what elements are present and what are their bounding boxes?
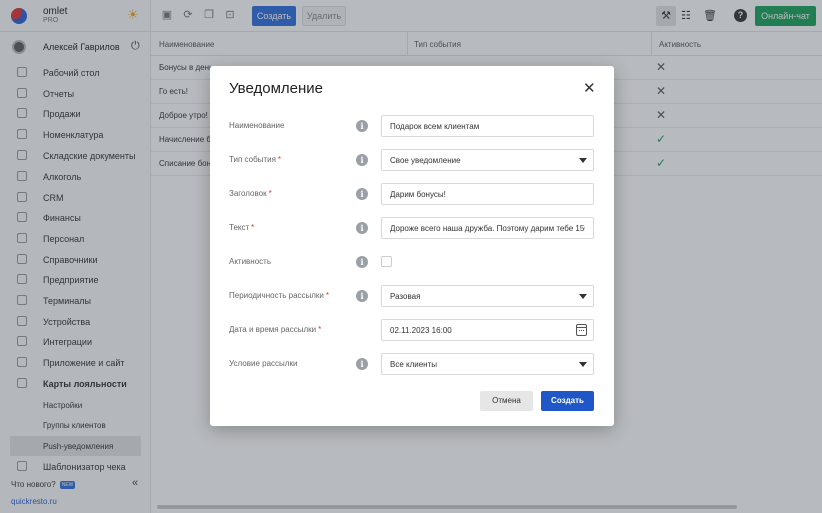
info-icon[interactable]: i (356, 120, 368, 132)
caret-down-icon (579, 158, 587, 163)
heading-input[interactable] (381, 183, 594, 205)
heading-label: Заголовок * (229, 189, 272, 198)
periodicity-value: Разовая (390, 292, 421, 301)
datetime-label-text: Дата и время рассылки (229, 325, 317, 334)
notification-modal: Уведомление ✕ Наименование i Тип события… (210, 66, 614, 426)
name-label-text: Наименование (229, 121, 285, 130)
required-mark: * (277, 155, 282, 164)
text-label: Текст * (229, 223, 254, 232)
form-row-heading: Заголовок * i (210, 183, 614, 205)
caret-down-icon (579, 362, 587, 367)
info-icon[interactable]: i (356, 222, 368, 234)
form-row-datetime: Дата и время рассылки * 02.11.2023 16:00 (210, 319, 614, 341)
text-input[interactable] (381, 217, 594, 239)
name-input[interactable] (381, 115, 594, 137)
form-row-condition: Условие рассылки i Все клиенты (210, 353, 614, 375)
condition-label: Условие рассылки (229, 359, 297, 368)
periodicity-label: Периодичность рассылки * (229, 291, 329, 300)
required-mark: * (325, 291, 330, 300)
cancel-button[interactable]: Отмена (480, 391, 533, 411)
info-icon[interactable]: i (356, 256, 368, 268)
modal-create-button[interactable]: Создать (541, 391, 594, 411)
close-icon[interactable]: ✕ (583, 81, 596, 97)
periodicity-label-text: Периодичность рассылки (229, 291, 324, 300)
info-icon[interactable]: i (356, 358, 368, 370)
calendar-icon[interactable] (576, 324, 587, 336)
form-row-event-type: Тип события * i Свое уведомление (210, 149, 614, 171)
active-label-text: Активность (229, 257, 272, 266)
event-type-value: Свое уведомление (390, 156, 461, 165)
heading-label-text: Заголовок (229, 189, 267, 198)
required-mark: * (268, 189, 272, 198)
form-row-text: Текст * i (210, 217, 614, 239)
caret-down-icon (579, 294, 587, 299)
info-icon[interactable]: i (356, 290, 368, 302)
required-mark: * (318, 325, 322, 334)
text-label-text: Текст (229, 223, 250, 232)
form-row-periodicity: Периодичность рассылки * i Разовая (210, 285, 614, 307)
modal-title: Уведомление (229, 80, 324, 97)
form-row-name: Наименование i (210, 115, 614, 137)
active-label: Активность (229, 257, 271, 266)
condition-value: Все клиенты (390, 360, 438, 369)
info-icon[interactable]: i (356, 154, 368, 166)
info-icon[interactable]: i (356, 188, 368, 200)
condition-select[interactable]: Все клиенты (381, 353, 594, 375)
datetime-value: 02.11.2023 16:00 (390, 326, 452, 335)
active-checkbox[interactable] (381, 256, 392, 267)
form-row-active: Активность i (210, 251, 614, 273)
event-type-select[interactable]: Свое уведомление (381, 149, 594, 171)
periodicity-select[interactable]: Разовая (381, 285, 594, 307)
datetime-picker[interactable]: 02.11.2023 16:00 (381, 319, 594, 341)
event-type-label: Тип события * (229, 155, 281, 164)
required-mark: * (251, 223, 255, 232)
datetime-label: Дата и время рассылки * (229, 325, 321, 334)
event-type-label-text: Тип события (229, 155, 276, 164)
name-label: Наименование (229, 121, 284, 130)
condition-label-text: Условие рассылки (229, 359, 298, 368)
